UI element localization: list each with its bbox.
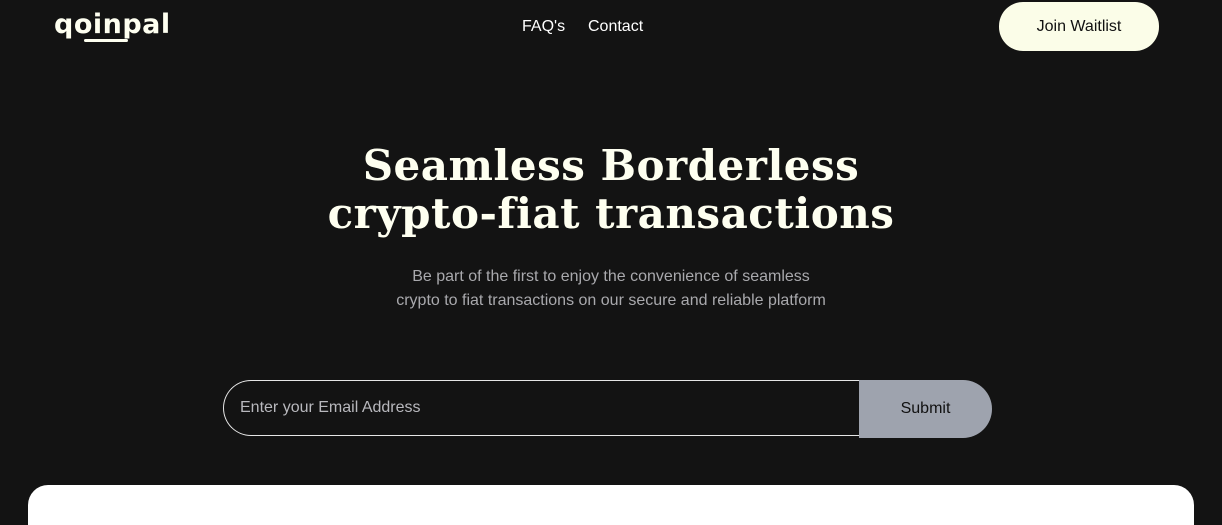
nav-link-faqs[interactable]: FAQ's xyxy=(522,16,565,38)
hero-title-line-2: crypto-fiat transactions xyxy=(327,189,895,238)
hero-title-line-1: Seamless Borderless xyxy=(362,141,860,190)
hero-subtitle-line-1: Be part of the first to enjoy the conven… xyxy=(412,268,810,285)
hero-subtitle-line-2: crypto to fiat transactions on our secur… xyxy=(396,292,826,309)
hero-subtitle: Be part of the first to enjoy the conven… xyxy=(0,265,1222,313)
email-input[interactable] xyxy=(223,380,893,436)
nav-link-contact[interactable]: Contact xyxy=(588,16,643,38)
waitlist-email-form: Submit xyxy=(223,380,992,438)
hero-title: Seamless Borderless crypto-fiat transact… xyxy=(0,142,1222,238)
content-card-edge xyxy=(28,485,1194,525)
submit-button[interactable]: Submit xyxy=(859,380,992,438)
logo-underline-mark xyxy=(84,39,128,42)
join-waitlist-button[interactable]: Join Waitlist xyxy=(999,2,1159,51)
